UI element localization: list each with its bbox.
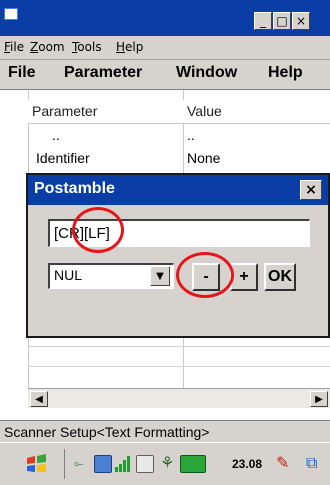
cell-value: None (187, 150, 221, 166)
window-title-bar: _ □ × (0, 0, 330, 36)
app-window-icon (4, 8, 18, 20)
scroll-right-arrow-icon: ▶ (315, 393, 323, 405)
device-icon[interactable] (94, 455, 112, 473)
scroll-left-button[interactable]: ◀ (30, 391, 48, 407)
cell-value: .. (187, 127, 195, 143)
character-select[interactable]: NUL ▼ (48, 263, 174, 289)
minimize-button[interactable]: _ (254, 12, 272, 30)
usb-connection-icon[interactable]: ⟜ (74, 456, 84, 471)
dropdown-button[interactable]: ▼ (150, 266, 170, 286)
taskbar: ⟜ ⚘ 23.08 ✎ ⧉ (0, 442, 330, 485)
maximize-button[interactable]: □ (273, 12, 291, 30)
input-pen-icon[interactable]: ✎ (276, 453, 289, 472)
postamble-dialog: Postamble × [CR][LF] NUL ▼ - + OK (26, 173, 330, 338)
app-menu-help[interactable]: Help (268, 64, 303, 82)
start-button[interactable] (24, 451, 50, 477)
remove-character-button[interactable]: - (192, 263, 220, 291)
menu-tools[interactable]: Tools (72, 40, 102, 54)
app-menu-file[interactable]: File (8, 64, 36, 82)
cell-parameter: Identifier (36, 150, 90, 166)
scroll-right-button[interactable]: ▶ (310, 391, 328, 407)
close-icon: × (305, 182, 317, 198)
cell-parameter: .. (52, 127, 60, 143)
menu-file[interactable]: File (4, 40, 24, 54)
table-header: Parameter Value (28, 100, 330, 124)
status-text: Scanner Setup<Text Formatting> (4, 424, 210, 440)
taskbar-divider (64, 449, 65, 479)
ok-button[interactable]: OK (264, 263, 296, 291)
table-row[interactable]: Identifier None (28, 148, 330, 172)
table-row[interactable]: .. .. (28, 125, 330, 149)
taskbar-clock[interactable]: 23.08 (232, 457, 262, 471)
dialog-title-bar: Postamble × (28, 175, 328, 205)
column-header-parameter[interactable]: Parameter (32, 103, 97, 119)
app-menu-parameter[interactable]: Parameter (64, 64, 142, 82)
window-switch-icon[interactable]: ⧉ (306, 453, 317, 473)
app-menu-bar: File Parameter Window Help (0, 60, 330, 90)
character-select-value: NUL (54, 267, 83, 283)
windows-logo-icon (27, 454, 46, 472)
status-bar: Scanner Setup<Text Formatting> (0, 420, 330, 442)
column-header-value[interactable]: Value (187, 103, 222, 119)
battery-icon[interactable] (180, 455, 206, 473)
menu-zoom[interactable]: Zoom (30, 40, 65, 54)
horizontal-scrollbar[interactable]: ◀ ▶ (28, 388, 330, 408)
add-character-button[interactable]: + (230, 263, 258, 291)
keyboard-icon[interactable] (136, 455, 154, 473)
dialog-title: Postamble (34, 180, 115, 197)
dialog-close-button[interactable]: × (300, 180, 322, 200)
outer-menu-bar: File Zoom Tools Help (0, 36, 330, 60)
scroll-left-arrow-icon: ◀ (35, 393, 43, 405)
row-separator (28, 346, 330, 347)
close-window-button[interactable]: × (292, 12, 310, 30)
connection-plug-icon[interactable]: ⚘ (160, 453, 174, 472)
chevron-down-icon: ▼ (156, 270, 164, 282)
app-menu-window[interactable]: Window (176, 64, 237, 82)
signal-strength-icon[interactable] (114, 455, 132, 473)
postamble-input[interactable]: [CR][LF] (48, 219, 310, 247)
menu-help[interactable]: Help (116, 40, 143, 54)
row-separator (28, 366, 330, 367)
